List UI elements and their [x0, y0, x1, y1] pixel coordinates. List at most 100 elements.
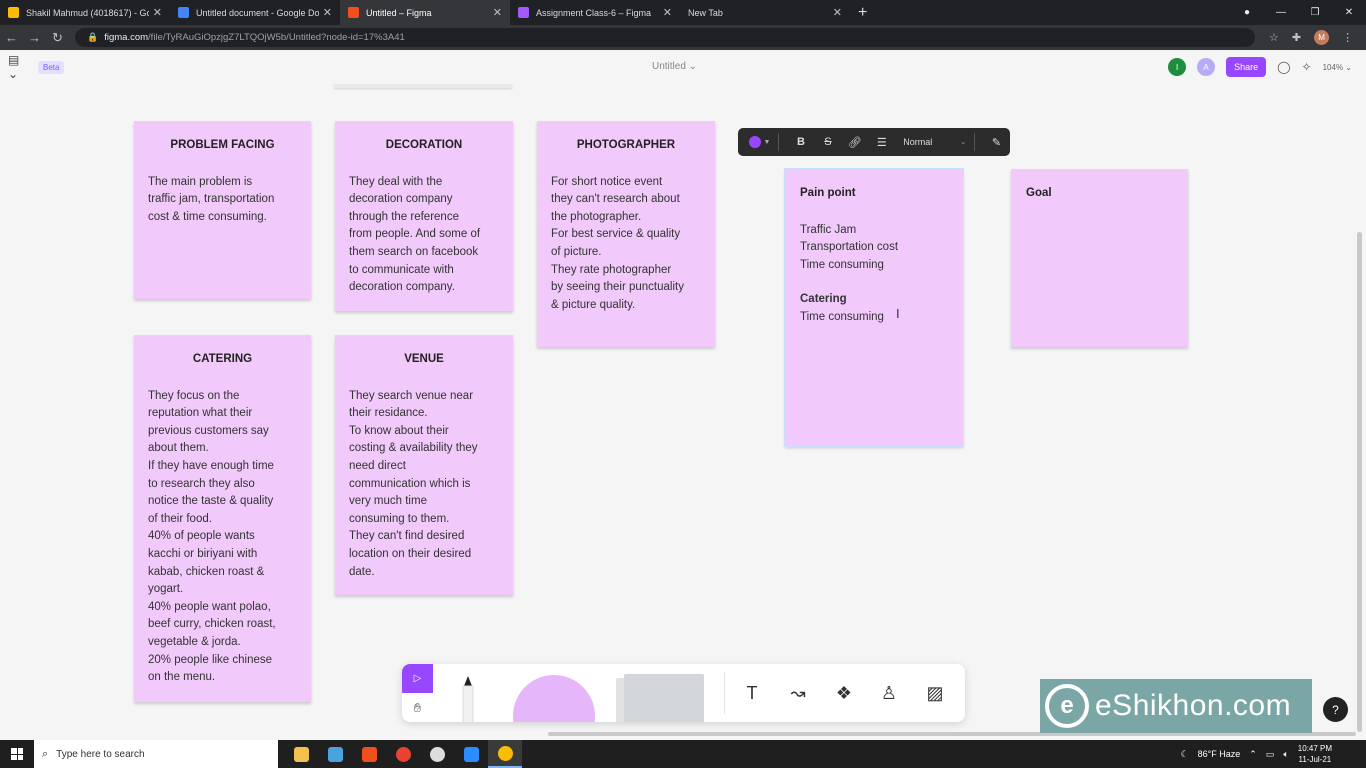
lock-icon: 🔒 — [87, 32, 99, 42]
eshikhon-logo-icon: e — [1045, 684, 1089, 728]
document-title[interactable]: Untitled ⌄ — [652, 61, 697, 72]
profile-avatar[interactable]: M — [1314, 30, 1330, 45]
select-tool-cursor-icon[interactable]: ▷ — [402, 664, 433, 693]
stamp-tool-icon[interactable]: ♙ — [874, 680, 904, 706]
comment-icon[interactable]: ◯ — [1277, 60, 1290, 74]
link-icon[interactable]: 🔗︎ — [841, 136, 868, 149]
zoom-taskbar-icon[interactable] — [454, 740, 488, 768]
edit-pencil-icon[interactable]: ✎ — [983, 136, 1010, 149]
sticky-photographer[interactable]: PHOTOGRAPHER For short notice event they… — [537, 121, 715, 347]
sticky-decoration[interactable]: DECORATION They deal with the decoration… — [335, 121, 513, 311]
sticky-catering[interactable]: CATERING They focus on the reputation wh… — [134, 335, 311, 702]
chrome-taskbar-icon[interactable] — [386, 740, 420, 768]
dock-divider — [724, 672, 725, 714]
figma-taskbar-icon[interactable] — [352, 740, 386, 768]
tab-title: New Tab — [688, 7, 723, 18]
sticky-heading: Pain point — [800, 187, 856, 199]
close-tab-icon[interactable]: ✕ — [493, 6, 502, 19]
sticky-body: They focus on the reputation what their … — [148, 389, 276, 684]
strikethrough-button[interactable]: S — [814, 136, 841, 148]
divider — [974, 133, 976, 151]
figjam-canvas[interactable]: PROBLEM FACING The main problem is traff… — [0, 84, 1366, 740]
reload-icon[interactable]: ↻ — [46, 30, 69, 46]
browser-tab-5[interactable]: New Tab ✕ — [680, 0, 850, 25]
bullet-list-icon[interactable]: ☰ — [868, 136, 895, 149]
app-icon-circle[interactable] — [420, 740, 454, 768]
vertical-scrollbar[interactable] — [1357, 232, 1362, 732]
sticky-heading: VENUE — [404, 353, 444, 365]
restore-icon[interactable]: ❐ — [1298, 7, 1332, 18]
app-icon-blue[interactable] — [318, 740, 352, 768]
figma-icon — [348, 7, 359, 18]
figma-icon — [518, 7, 529, 18]
chrome-active-taskbar-icon[interactable] — [488, 740, 522, 768]
chevron-down-icon[interactable]: ▼ — [764, 139, 771, 146]
sticky-body: Traffic Jam Transportation cost Time con… — [800, 223, 899, 271]
sticky-note-partial[interactable] — [334, 84, 512, 88]
forward-arrow-icon[interactable]: → — [23, 30, 46, 45]
search-placeholder: Type here to search — [56, 748, 145, 760]
url-host: figma.com — [104, 32, 149, 43]
sticky-sub-heading: Catering — [800, 293, 847, 306]
minimize-icon[interactable]: — — [1264, 7, 1298, 18]
present-sparkle-icon[interactable]: ✧ — [1302, 60, 1312, 74]
text-tool-icon[interactable]: T — [737, 680, 767, 706]
network-icon[interactable]: ▭ — [1266, 749, 1275, 760]
browser-menu-icon[interactable]: ⋮ — [1342, 31, 1353, 44]
chevron-down-icon[interactable]: ⌄ — [960, 138, 966, 146]
system-tray: ☾ 86°F Haze ⌃ ▭ 🔈︎ 10:47 PM 11-Jul-21 — [1181, 740, 1332, 768]
marker-pen-icon[interactable] — [458, 676, 478, 722]
shape-tool-circle-icon[interactable] — [513, 675, 595, 722]
tray-chevron-icon[interactable]: ⌃ — [1249, 749, 1257, 760]
text-format-toolbar: ▼ B S 🔗︎ ☰ Normal ⌄ ✎ — [738, 128, 1010, 156]
sticky-problem-facing[interactable]: PROBLEM FACING The main problem is traff… — [134, 121, 311, 299]
clock[interactable]: 10:47 PM 11-Jul-21 — [1298, 743, 1332, 765]
collaborator-avatar-2[interactable]: A — [1197, 58, 1216, 76]
close-tab-icon[interactable]: ✕ — [153, 6, 162, 19]
collaborator-avatar-1[interactable]: I — [1168, 58, 1187, 76]
color-picker-swatch[interactable] — [749, 136, 761, 148]
taskbar-search-box[interactable]: ⌕ Type here to search — [34, 740, 278, 768]
volume-icon[interactable]: 🔈︎ — [1283, 749, 1288, 760]
component-tool-icon[interactable]: ❖ — [829, 680, 859, 706]
sticky-heading: PROBLEM FACING — [170, 139, 275, 151]
sticky-pain-point[interactable]: Pain point Traffic Jam Transportation co… — [784, 168, 964, 447]
url-field[interactable]: 🔒 figma.com/file/TyRAuGiOpzjgZ7LTQOjW5b/… — [75, 28, 1255, 47]
close-tab-icon[interactable]: ✕ — [663, 6, 672, 19]
weather-text[interactable]: 86°F Haze — [1198, 749, 1241, 759]
tab-title: Untitled document - Google Do — [196, 7, 319, 18]
sticky-body: They deal with the decoration company th… — [349, 175, 481, 294]
tab-title: Shakil Mahmud (4018617) - Goo — [26, 7, 149, 18]
back-arrow-icon[interactable]: ← — [0, 30, 23, 45]
connector-tool-icon[interactable]: ↝ — [783, 680, 813, 706]
sticky-note-tool-icon[interactable] — [616, 672, 706, 722]
windows-taskbar: ⌕ Type here to search ☾ 86°F Haze ⌃ ▭ 🔈︎… — [0, 740, 1366, 768]
sticky-venue[interactable]: VENUE They search venue near their resid… — [335, 335, 513, 595]
beta-badge: Beta — [38, 60, 65, 74]
browser-tab-2[interactable]: Untitled document - Google Do ✕ — [170, 0, 340, 25]
browser-tab-1[interactable]: Shakil Mahmud (4018617) - Goo ✕ — [0, 0, 170, 25]
text-style-dropdown[interactable]: Normal — [903, 137, 957, 147]
bold-button[interactable]: B — [787, 136, 814, 148]
help-button[interactable]: ? — [1323, 697, 1348, 722]
figjam-main-menu-icon[interactable]: ▤ ⌄ — [8, 53, 28, 81]
sticky-goal[interactable]: Goal — [1011, 169, 1188, 347]
new-tab-plus-icon[interactable]: + — [850, 0, 875, 25]
browser-tab-4[interactable]: Assignment Class-6 – Figma ✕ — [510, 0, 680, 25]
zoom-dropdown[interactable]: 104% ⌄ — [1323, 63, 1352, 72]
url-path: /file/TyRAuGiOpzjgZ7LTQOjW5b/Untitled?no… — [148, 32, 405, 43]
text-cursor-icon: I — [896, 306, 900, 321]
image-tool-icon[interactable]: ▨ — [920, 680, 950, 706]
windows-start-icon[interactable] — [0, 740, 34, 768]
share-button[interactable]: Share — [1226, 57, 1267, 77]
browser-tab-3[interactable]: Untitled – Figma ✕ — [340, 0, 510, 25]
close-tab-icon[interactable]: ✕ — [833, 6, 842, 19]
bookmark-star-icon[interactable]: ☆ — [1269, 31, 1279, 44]
file-explorer-icon[interactable] — [284, 740, 318, 768]
clock-date: 11-Jul-21 — [1298, 755, 1332, 764]
close-tab-icon[interactable]: ✕ — [323, 6, 332, 19]
record-icon[interactable]: ● — [1230, 7, 1264, 18]
extensions-puzzle-icon[interactable]: ✚ — [1292, 31, 1301, 44]
close-window-icon[interactable]: ✕ — [1332, 7, 1366, 18]
hand-tool-icon[interactable]: ✋︎ — [402, 693, 433, 722]
